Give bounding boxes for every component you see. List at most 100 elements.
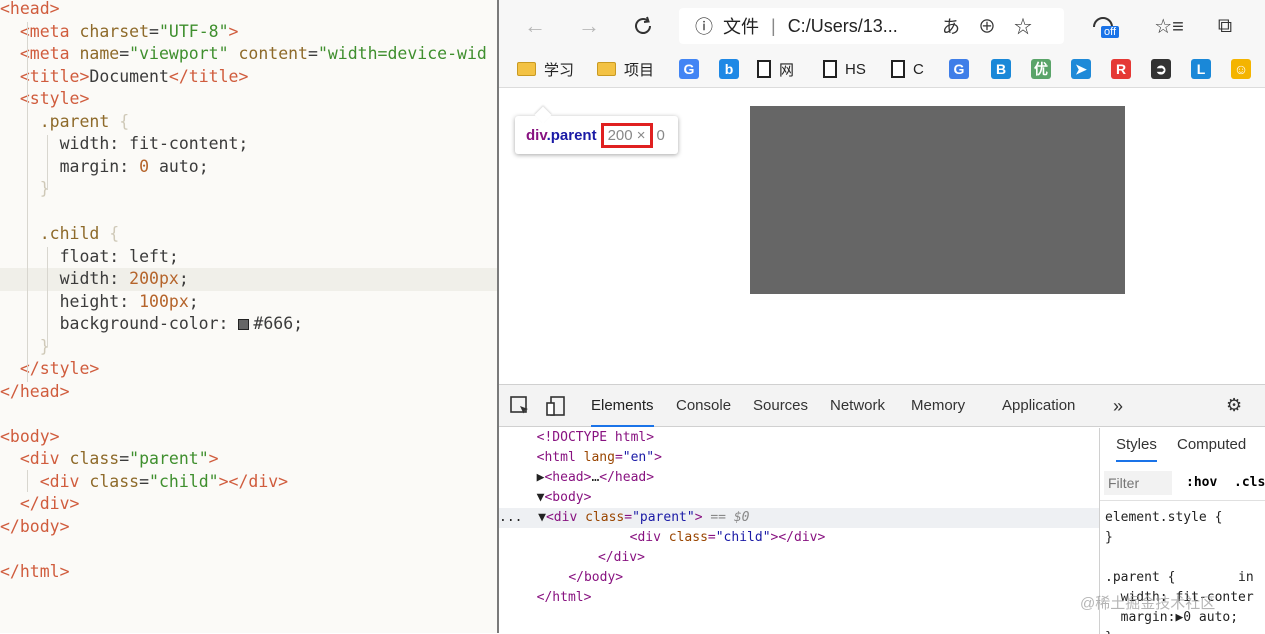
dom-node[interactable]: ▶<head>…</head>: [499, 468, 1099, 488]
tab-memory[interactable]: Memory: [911, 385, 965, 427]
refresh-icon[interactable]: [627, 10, 659, 42]
favicon-icon: ☺: [1231, 59, 1251, 79]
tab-styles[interactable]: Styles: [1116, 428, 1157, 462]
dom-expander-icon[interactable]: [537, 570, 568, 585]
tab-sources[interactable]: Sources: [753, 385, 808, 427]
favorite-star-icon[interactable]: ☆: [1014, 17, 1050, 37]
forward-icon[interactable]: →: [573, 10, 605, 42]
more-tabs-icon[interactable]: »: [1113, 385, 1123, 427]
bookmark-item[interactable]: 项目: [597, 58, 654, 80]
dom-node[interactable]: ▼<body>: [499, 488, 1099, 508]
dom-expander-icon[interactable]: [551, 550, 598, 565]
dom-expander-icon[interactable]: ▼: [521, 490, 545, 505]
styles-filter-input[interactable]: [1104, 471, 1172, 495]
dom-expander-icon[interactable]: ▶: [521, 470, 545, 485]
bookmark-item[interactable]: G: [949, 58, 969, 80]
bookmark-item[interactable]: b: [719, 58, 739, 80]
hov-toggle[interactable]: :hov: [1186, 475, 1217, 490]
inspect-tooltip: div.parent 200 × 0: [515, 116, 678, 154]
dom-node[interactable]: <html lang="en">: [499, 448, 1099, 468]
bookmark-item[interactable]: B: [991, 58, 1011, 80]
back-icon[interactable]: ←: [519, 10, 551, 42]
code-line: margin: 0 auto;: [0, 156, 497, 179]
collections-icon[interactable]: ⧉: [1209, 10, 1241, 42]
bookmark-item[interactable]: 网: [757, 58, 794, 80]
dom-token: >: [654, 450, 662, 465]
cls-toggle[interactable]: .cls: [1234, 475, 1265, 490]
dom-node[interactable]: </div>: [499, 548, 1099, 568]
dom-expander-icon[interactable]: [521, 450, 537, 465]
bookmark-item[interactable]: C: [891, 58, 924, 80]
tab-application[interactable]: Application: [1002, 385, 1075, 427]
address-bar[interactable]: ⓘ 文件 | C:/Users/13... あ⊕☆: [679, 8, 1064, 44]
dom-token: class: [585, 510, 625, 525]
tab-computed[interactable]: Computed: [1177, 428, 1246, 462]
code-token: width:: [59, 269, 130, 288]
translate-icon[interactable]: あ: [942, 17, 978, 37]
devtools-tabbar: Elements Console Sources Network Memory Appli…: [499, 385, 1265, 427]
code-token: <style>: [19, 89, 90, 108]
bookmark-item[interactable]: ➤: [1071, 58, 1091, 80]
style-rule-line: }: [1100, 628, 1265, 634]
code-token: charset: [79, 21, 150, 41]
bookmark-item[interactable]: G: [679, 58, 699, 80]
tooltip-width: 200: [607, 126, 633, 144]
dom-tree: <!DOCTYPE html> <html lang="en"> ▶<head>…: [499, 428, 1099, 634]
code-line: </head>: [0, 381, 497, 404]
bookmark-item[interactable]: L: [1191, 58, 1211, 80]
dom-token: <div: [629, 530, 669, 545]
bookmark-item[interactable]: 学习: [517, 58, 574, 80]
code-line: width: fit-content;: [0, 133, 497, 156]
code-line: .parent {: [0, 111, 497, 134]
dom-node[interactable]: </html>: [499, 588, 1099, 608]
page-icon: [891, 60, 905, 78]
dom-token: "child": [715, 530, 771, 545]
bookmark-item[interactable]: HS: [823, 58, 866, 80]
code-token: name: [79, 44, 120, 63]
zoom-icon[interactable]: ⊕: [978, 17, 1014, 37]
tab-network[interactable]: Network: [830, 385, 885, 427]
code-editor[interactable]: <head> <meta charset="UTF-8"> <meta name…: [0, 0, 497, 633]
dom-expander-icon[interactable]: [567, 530, 630, 545]
code-token: Document: [89, 66, 169, 86]
dom-token: =: [624, 510, 633, 525]
favicon-icon: G: [679, 59, 699, 79]
code-token: </body>: [0, 516, 70, 536]
bookmark-item[interactable]: ➲: [1151, 58, 1171, 80]
dom-expander-icon[interactable]: ... ▼: [499, 510, 546, 525]
favicon-icon: b: [719, 59, 739, 79]
code-token: height:: [59, 291, 140, 311]
device-toolbar-icon[interactable]: [545, 395, 567, 417]
code-token: ></div>: [218, 471, 289, 491]
tab-console[interactable]: Console: [676, 385, 731, 427]
page-viewport: div.parent 200 × 0: [499, 89, 1265, 384]
dom-expander-icon[interactable]: [521, 590, 537, 605]
info-icon[interactable]: ⓘ: [695, 13, 713, 39]
bookmark-item[interactable]: 优: [1031, 58, 1051, 80]
bookmarks-bar: 学习 项目 Gb 网 HS C G B 优 ➤ R ➲ L ☺: [499, 50, 1265, 88]
code-token: <title>: [19, 66, 90, 86]
code-token: >: [228, 21, 239, 41]
dom-node[interactable]: <div class="child"></div>: [499, 528, 1099, 548]
bookmark-item[interactable]: R: [1111, 58, 1131, 80]
url-text[interactable]: C:/Users/13...: [788, 16, 898, 37]
indent-guide: [27, 470, 28, 492]
dom-expander-icon[interactable]: [521, 430, 537, 445]
extension-icon[interactable]: off: [1087, 10, 1120, 42]
inspect-element-icon[interactable]: [509, 395, 531, 417]
dom-token: <head>: [544, 470, 592, 485]
bookmark-item[interactable]: ☺: [1231, 58, 1251, 80]
code-token: <div: [39, 471, 90, 491]
code-token: content: [238, 44, 308, 63]
dom-node-selected[interactable]: ... ▼<div class="parent"> == $0: [499, 508, 1099, 528]
dom-node[interactable]: </body>: [499, 568, 1099, 588]
color-swatch-icon[interactable]: [238, 319, 250, 330]
favorites-icon[interactable]: ☆≡: [1153, 10, 1185, 42]
favicon-icon: ➲: [1151, 59, 1171, 79]
dom-token: ></div>: [770, 530, 826, 545]
settings-gear-icon[interactable]: ⚙: [1226, 395, 1248, 417]
dom-node[interactable]: <!DOCTYPE html>: [499, 428, 1099, 448]
tab-elements[interactable]: Elements: [591, 385, 654, 427]
code-token: "width=device-wid: [317, 44, 487, 63]
